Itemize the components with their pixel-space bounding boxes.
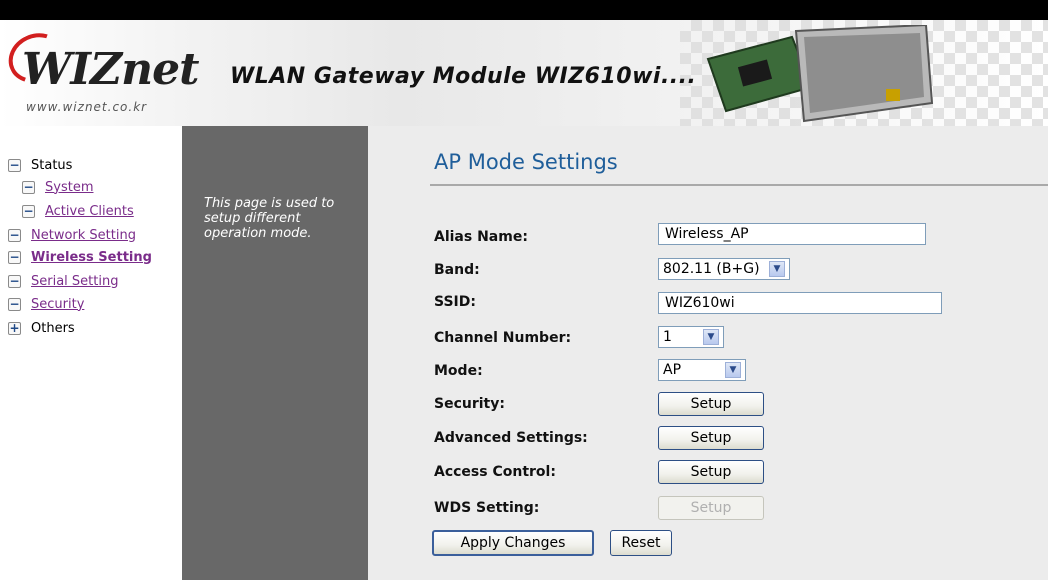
sidebar-item-wireless-setting[interactable]: − Wireless Setting <box>8 247 152 267</box>
chevron-down-icon[interactable]: ▼ <box>725 362 741 378</box>
main-content: AP Mode Settings Alias Name: Wireless_AP… <box>368 126 1048 580</box>
advanced-settings-label: Advanced Settings: <box>434 430 588 446</box>
sidebar-item-others[interactable]: + Others <box>8 318 75 338</box>
sidebar-item-label[interactable]: Wireless Setting <box>31 250 152 265</box>
sidebar-nav: − Status − System − Active Clients − Net… <box>0 126 182 580</box>
sidebar-item-status[interactable]: − Status <box>8 155 72 175</box>
sidebar-item-label: Others <box>31 320 75 336</box>
wds-setting-setup-button: Setup <box>658 496 764 520</box>
alias-name-label: Alias Name: <box>434 229 528 245</box>
collapse-icon[interactable]: − <box>8 250 21 264</box>
band-label: Band: <box>434 262 480 278</box>
ssid-input[interactable]: WIZ610wi <box>658 292 942 314</box>
sidebar-item-serial-setting[interactable]: − Serial Setting <box>8 271 118 291</box>
header-title: WLAN Gateway Module WIZ610wi.... <box>230 64 697 89</box>
mode-select-value: AP <box>663 362 682 378</box>
chevron-down-icon[interactable]: ▼ <box>769 261 785 277</box>
wiznet-logo: WIZnet www.wiznet.co.kr <box>0 24 199 120</box>
module-board-image <box>706 25 934 123</box>
page-description: This page is used to setup different ope… <box>204 196 335 241</box>
description-column: This page is used to setup different ope… <box>182 126 368 580</box>
logo-text: WIZnet <box>22 44 199 95</box>
sidebar-item-label[interactable]: Serial Setting <box>31 274 118 289</box>
sidebar-item-active-clients[interactable]: − Active Clients <box>22 201 134 221</box>
sidebar-item-label[interactable]: System <box>45 180 93 195</box>
access-control-setup-button[interactable]: Setup <box>658 460 764 484</box>
mode-select[interactable]: AP ▼ <box>658 359 746 381</box>
channel-number-label: Channel Number: <box>434 330 572 346</box>
collapse-icon[interactable]: − <box>22 180 35 194</box>
reset-button[interactable]: Reset <box>610 530 672 556</box>
title-divider <box>430 184 1048 186</box>
advanced-settings-setup-button[interactable]: Setup <box>658 426 764 450</box>
top-bar <box>0 0 1048 20</box>
chevron-down-icon[interactable]: ▼ <box>703 329 719 345</box>
sidebar-item-label[interactable]: Security <box>31 297 84 312</box>
collapse-icon[interactable]: − <box>8 158 21 172</box>
sidebar-item-network-setting[interactable]: − Network Setting <box>8 225 136 245</box>
collapse-icon[interactable]: − <box>8 274 21 288</box>
logo-url: www.wiznet.co.kr <box>26 100 148 114</box>
band-select-value: 802.11 (B+G) <box>663 261 760 277</box>
channel-number-select[interactable]: 1 ▼ <box>658 326 724 348</box>
collapse-icon[interactable]: − <box>8 297 21 311</box>
alias-name-input[interactable]: Wireless_AP <box>658 223 926 245</box>
wds-setting-label: WDS Setting: <box>434 500 540 516</box>
security-label: Security: <box>434 396 505 412</box>
band-select[interactable]: 802.11 (B+G) ▼ <box>658 258 790 280</box>
sidebar-item-system[interactable]: − System <box>22 177 93 197</box>
expand-icon[interactable]: + <box>8 321 21 335</box>
security-setup-button[interactable]: Setup <box>658 392 764 416</box>
sidebar-item-security[interactable]: − Security <box>8 294 84 314</box>
ssid-label: SSID: <box>434 294 476 310</box>
access-control-label: Access Control: <box>434 464 556 480</box>
header-banner: WIZnet www.wiznet.co.kr WLAN Gateway Mod… <box>0 20 1048 126</box>
mode-label: Mode: <box>434 363 483 379</box>
apply-changes-button[interactable]: Apply Changes <box>432 530 594 556</box>
collapse-icon[interactable]: − <box>22 204 35 218</box>
sidebar-item-label[interactable]: Active Clients <box>45 204 134 219</box>
sidebar-item-label: Status <box>31 157 73 173</box>
channel-select-value: 1 <box>663 329 672 345</box>
sidebar-item-label[interactable]: Network Setting <box>31 228 136 243</box>
collapse-icon[interactable]: − <box>8 228 21 242</box>
page-title: AP Mode Settings <box>434 150 618 174</box>
